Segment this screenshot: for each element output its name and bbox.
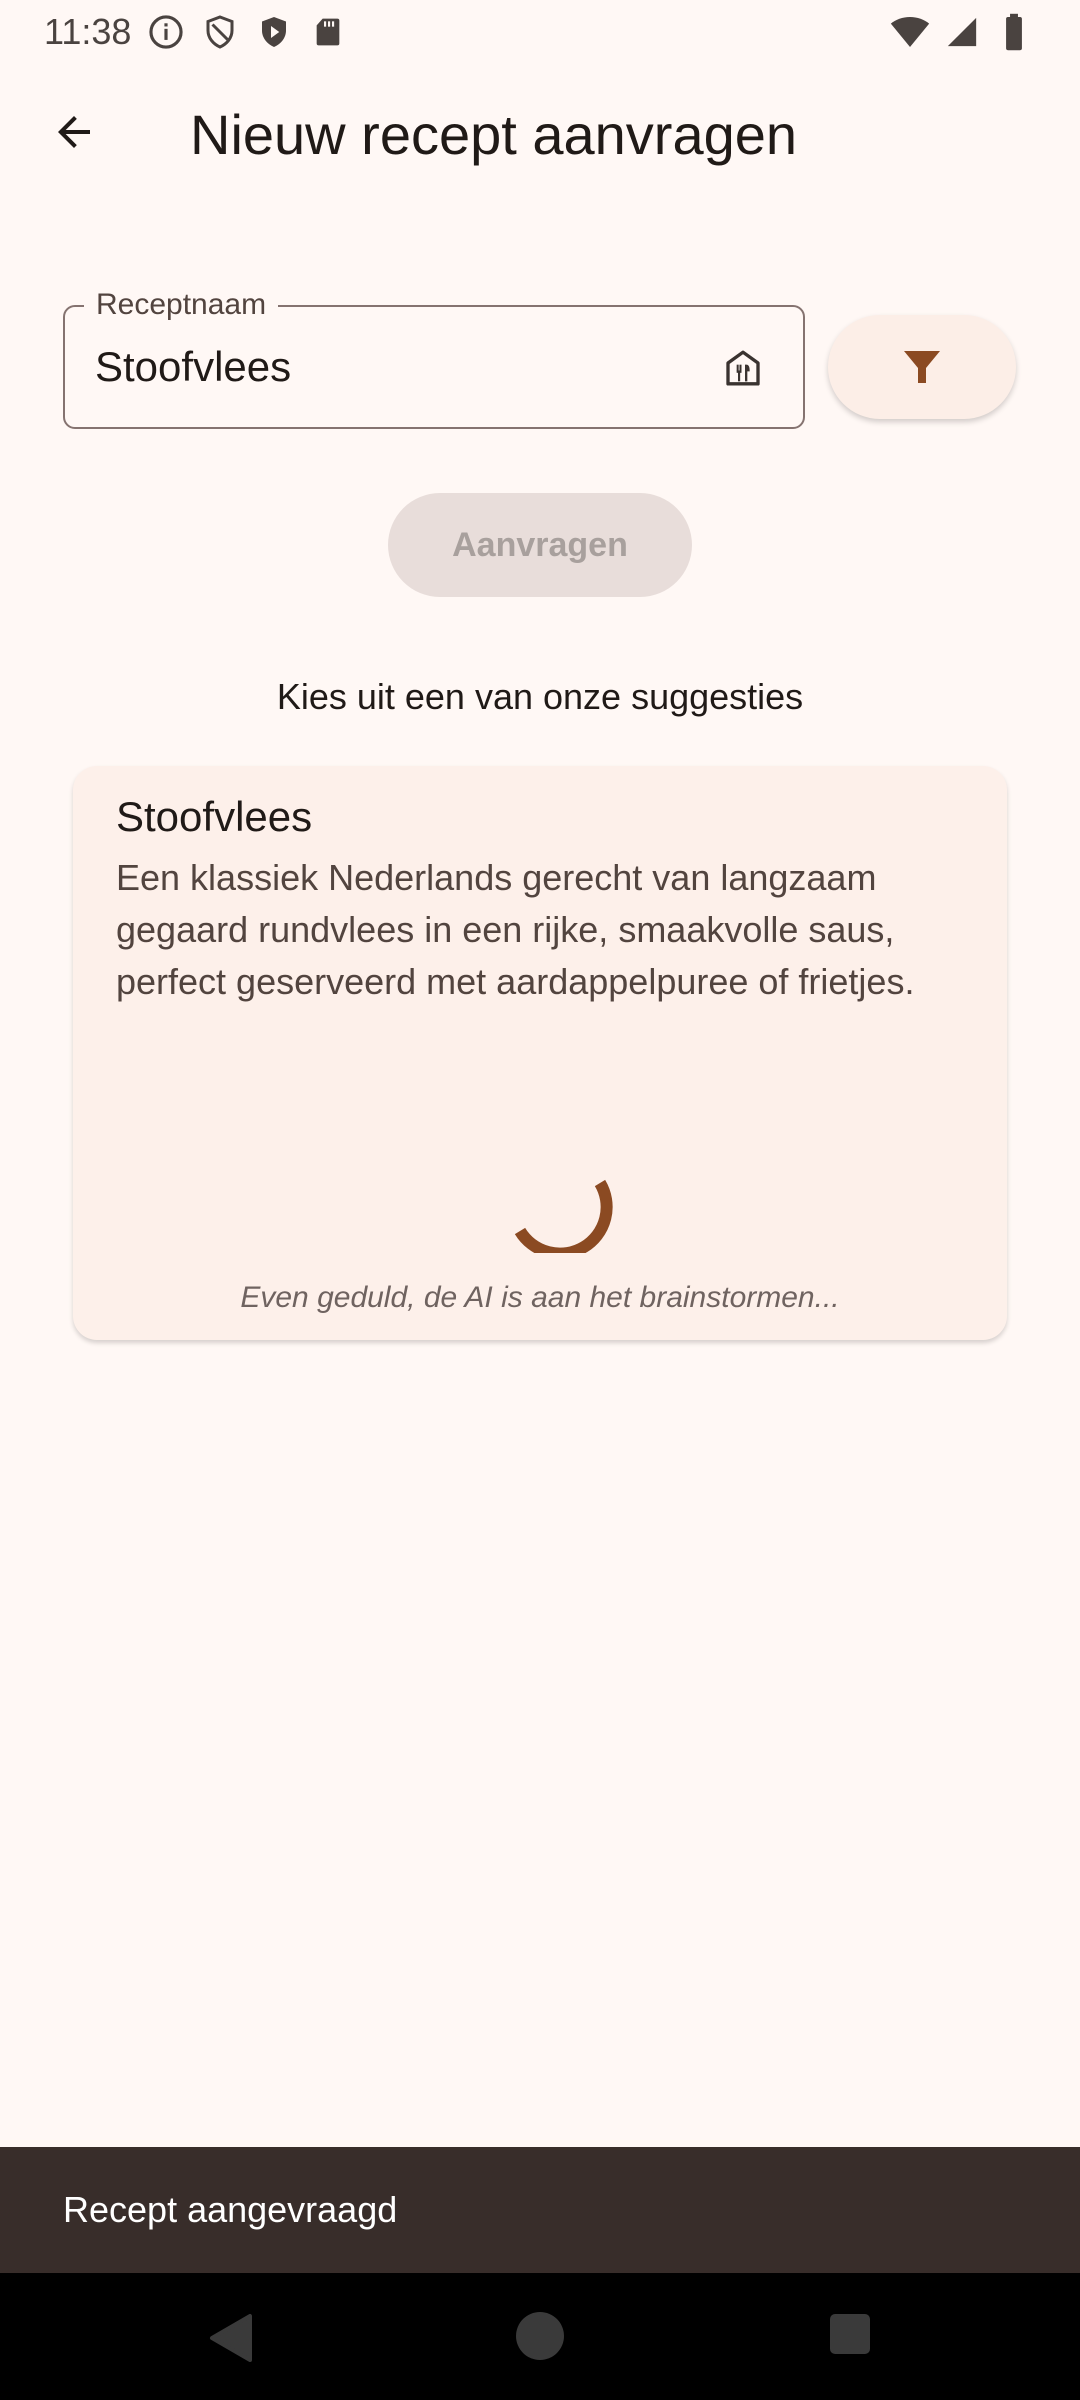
loading-text: Even geduld, de AI is aan het brainstorm… bbox=[240, 1281, 840, 1314]
page-title: Nieuw recept aanvragen bbox=[190, 103, 798, 166]
nav-back-icon bbox=[210, 2314, 252, 2362]
shield-outline-icon bbox=[200, 12, 240, 52]
nav-home-button[interactable] bbox=[516, 2312, 564, 2360]
shield-play-icon bbox=[254, 12, 294, 52]
suggestion-title: Stoofvlees bbox=[116, 793, 313, 840]
suggestions-heading: Kies uit een van onze suggesties bbox=[276, 676, 804, 717]
status-icons-right bbox=[890, 12, 1034, 52]
nav-recents-button[interactable] bbox=[830, 2314, 870, 2354]
restaurant-house-icon bbox=[720, 345, 766, 391]
recipe-name-label: Receptnaam bbox=[84, 286, 279, 324]
status-icons-left bbox=[146, 12, 348, 52]
sd-card-icon bbox=[308, 12, 348, 52]
filter-icon bbox=[904, 351, 940, 383]
suggestion-description: Een klassiek Nederlands gerecht van lang… bbox=[116, 857, 915, 1002]
filter-button[interactable] bbox=[828, 315, 1016, 419]
info-icon bbox=[146, 12, 186, 52]
nav-back-button[interactable] bbox=[204, 2310, 260, 2366]
loading-spinner bbox=[508, 1143, 618, 1260]
arrow-back-icon bbox=[58, 116, 90, 148]
snackbar-text: Recept aangevraagd bbox=[63, 2189, 398, 2230]
signal-icon bbox=[942, 12, 982, 52]
request-button[interactable]: Aanvragen bbox=[388, 493, 692, 597]
recipe-name-input[interactable]: Stoofvlees bbox=[95, 340, 291, 394]
back-button[interactable] bbox=[28, 86, 120, 178]
status-time: 11:38 bbox=[44, 11, 132, 52]
wifi-icon bbox=[890, 12, 930, 52]
battery-icon bbox=[994, 12, 1034, 52]
